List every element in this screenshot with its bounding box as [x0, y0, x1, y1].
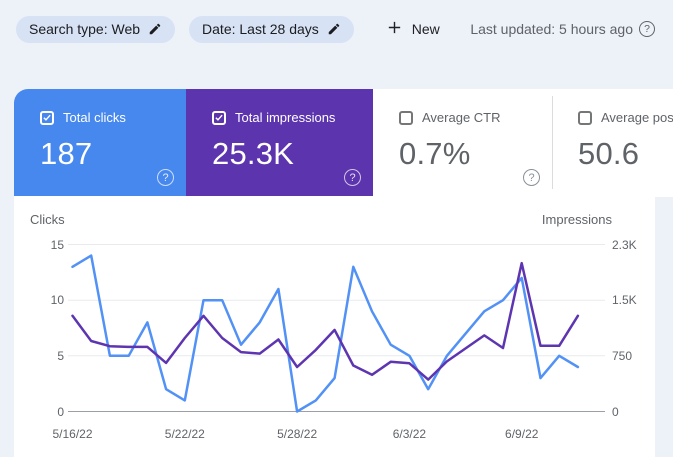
- average-ctr-checkbox[interactable]: [399, 110, 413, 125]
- metric-cards-row: Total clicks 187 ? Total impressions 25.…: [14, 89, 673, 196]
- metric-card-total-clicks[interactable]: Total clicks 187 ?: [14, 89, 186, 196]
- help-icon[interactable]: ?: [639, 21, 655, 37]
- metric-label: Average position: [601, 110, 673, 125]
- average-position-value: 50.6: [578, 136, 640, 171]
- performance-panel: Total clicks 187 ? Total impressions 25.…: [14, 89, 673, 457]
- page-background-strip: [655, 197, 673, 457]
- metric-label: Total impressions: [235, 110, 336, 125]
- total-impressions-checkbox[interactable]: [212, 110, 226, 125]
- total-clicks-value: 187: [40, 136, 93, 171]
- metric-checkbox-row: Average position: [578, 110, 673, 125]
- date-range-chip[interactable]: Date: Last 28 days: [189, 15, 354, 43]
- search-console-performance-page: { "topbar": { "chips": [ { "label": "Sea…: [0, 0, 673, 457]
- help-icon[interactable]: ?: [523, 169, 540, 186]
- total-clicks-checkbox[interactable]: [40, 110, 54, 125]
- metric-checkbox-row: Total impressions: [212, 110, 359, 125]
- metric-card-average-ctr[interactable]: Average CTR 0.7% ?: [373, 89, 552, 196]
- edit-pencil-icon[interactable]: [148, 22, 162, 36]
- metric-card-total-impressions[interactable]: Total impressions 25.3K ?: [186, 89, 373, 196]
- search-type-chip[interactable]: Search type: Web: [16, 15, 176, 43]
- total-impressions-value: 25.3K: [212, 136, 295, 171]
- average-position-checkbox[interactable]: [578, 110, 592, 125]
- average-ctr-value: 0.7%: [399, 136, 471, 171]
- metric-checkbox-row: Average CTR: [399, 110, 538, 125]
- metric-label: Average CTR: [422, 110, 501, 125]
- plus-icon: [386, 19, 403, 39]
- edit-pencil-icon[interactable]: [327, 22, 341, 36]
- last-updated-status: Last updated: 5 hours ago ?: [470, 21, 655, 37]
- help-icon[interactable]: ?: [157, 169, 174, 186]
- help-icon[interactable]: ?: [344, 169, 361, 186]
- metric-label: Total clicks: [63, 110, 126, 125]
- new-filter-button[interactable]: New: [380, 15, 446, 43]
- metric-checkbox-row: Total clicks: [40, 110, 172, 125]
- last-updated-text: Last updated: 5 hours ago: [470, 21, 633, 37]
- date-range-chip-label: Date: Last 28 days: [202, 21, 319, 37]
- metric-card-average-position[interactable]: Average position 50.6 ?: [552, 89, 673, 196]
- toolbar: Search type: Web Date: Last 28 days New …: [0, 0, 673, 48]
- new-filter-button-label: New: [411, 21, 440, 37]
- search-type-chip-label: Search type: Web: [29, 21, 141, 37]
